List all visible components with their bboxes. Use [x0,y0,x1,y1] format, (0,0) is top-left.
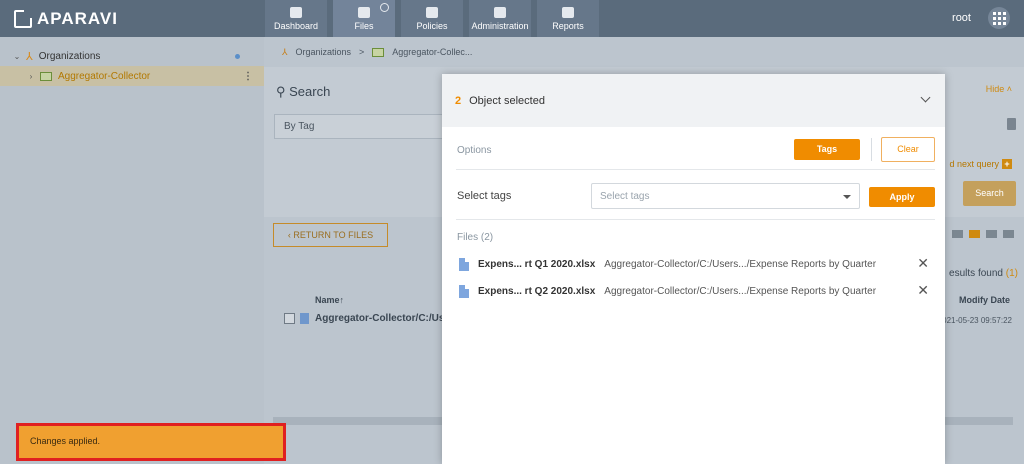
nav-policies[interactable]: Policies [401,0,463,37]
file-path: Aggregator-Collector/C:/Users.../Expense… [604,258,877,270]
changes-applied-toast[interactable]: Changes applied. [16,423,286,461]
select-tags-placeholder: Select tags [600,191,650,202]
nav-reports[interactable]: Reports [537,0,599,37]
trash-icon[interactable] [1007,118,1016,130]
top-bar: APARAVI Dashboard Files Policies Adminis… [0,0,1024,37]
apps-grid-icon[interactable] [988,7,1010,29]
nav-files-label: Files [354,20,374,31]
user-name[interactable]: root [952,12,971,24]
detail-view-icon[interactable] [969,230,980,238]
logo-text: APARAVI [37,9,118,28]
organization-icon: ⅄ [282,46,288,57]
server-icon [40,71,52,81]
nav-files[interactable]: Files [333,0,395,37]
options-label: Options [457,145,492,156]
dropdown-arrow-icon [843,195,851,199]
main-nav: Dashboard Files Policies Administration … [265,0,605,37]
search-button[interactable]: Search [963,181,1016,206]
divider [456,169,935,170]
plus-icon: + [1002,159,1012,169]
return-to-files-button[interactable]: ‹ RETURN TO FILES [273,223,388,247]
file-icon [300,313,309,324]
nav-dashboard[interactable]: Dashboard [265,0,327,37]
file-name: Expens... rt Q1 2020.xlsx [478,258,596,270]
grid-view-icon[interactable] [986,230,997,238]
dialog-header[interactable]: 2 Object selected [442,74,945,127]
file-icon [459,284,469,298]
tree-item-aggregator-collector[interactable]: › Aggregator-Collector ⋮ [0,66,264,86]
breadcrumb-root[interactable]: Organizations [296,47,352,57]
tag-objects-dialog: 2 Object selected Options Tags Clear Sel… [442,74,945,464]
breadcrumb-current[interactable]: Aggregator-Collec... [392,47,472,57]
clipboard-icon [562,6,574,18]
breadcrumb-separator: > [359,47,365,57]
column-header-name[interactable]: Name↑ [315,295,344,305]
remove-file-icon[interactable]: ✕ [917,255,929,272]
list-view-icon[interactable] [952,230,963,238]
file-name: Expens... rt Q2 2020.xlsx [478,285,596,297]
chevron-down-icon[interactable] [920,92,931,103]
by-tag-field[interactable]: By Tag [274,114,449,139]
view-toggle [952,230,1014,238]
search-title: ⚲ Search [276,84,331,99]
tags-button[interactable]: Tags [794,139,860,160]
aparavi-logo[interactable]: APARAVI [14,9,118,29]
nav-administration[interactable]: Administration [469,0,531,37]
tree-item-label: Organizations [38,50,101,62]
selected-text: Object selected [469,94,545,107]
hide-link[interactable]: Hide ˄ [986,84,1012,94]
file-path: Aggregator-Collector/C:/Users.../Expense… [604,285,877,297]
nav-policies-label: Policies [416,20,448,31]
logo-icon [14,10,32,28]
search-icon: ⚲ [276,84,290,99]
chevron-down-icon[interactable]: ⌄ [12,52,22,61]
divider [456,219,935,220]
nav-reports-label: Reports [552,20,584,31]
server-icon [372,47,385,57]
nav-administration-label: Administration [471,20,529,31]
tile-view-icon[interactable] [1003,230,1014,238]
organization-icon: ⅄ [26,50,33,63]
users-icon [494,6,506,18]
nav-dashboard-label: Dashboard [273,20,319,31]
add-next-query[interactable]: d next query + [949,159,1012,169]
dashboard-icon [290,6,302,18]
clear-button[interactable]: Clear [881,137,935,162]
gear-icon [426,6,438,18]
tree-item-label: Aggregator-Collector [58,70,151,82]
list-item: Expens... rt Q2 2020.xlsx Aggregator-Col… [459,282,935,299]
row-modify-date: 021-05-23 09:57:22 [942,316,1012,325]
selected-count: 2 [455,94,462,107]
select-tags-dropdown[interactable]: Select tags [591,183,860,209]
remove-file-icon[interactable]: ✕ [917,282,929,299]
toast-message: Changes applied. [30,436,101,446]
row-checkbox[interactable] [284,313,295,324]
apply-button[interactable]: Apply [869,187,935,207]
folder-icon [358,6,370,18]
chevron-right-icon[interactable]: › [26,72,36,81]
column-header-modify-date[interactable]: Modify Date [959,295,1010,305]
row-name: Aggregator-Collector/C:/Use [315,313,451,324]
divider [871,138,872,161]
breadcrumb: ⅄ Organizations > Aggregator-Collec... [264,37,1024,67]
kebab-menu-icon[interactable]: ⋮ [243,71,253,82]
results-count: esults found (1) [949,268,1018,279]
file-icon [459,257,469,271]
table-row[interactable]: Aggregator-Collector/C:/Use [284,313,450,324]
select-tags-label: Select tags [457,190,512,202]
sidebar: ⌄ ⅄ Organizations › Aggregator-Collector… [0,37,264,464]
list-item: Expens... rt Q1 2020.xlsx Aggregator-Col… [459,255,935,272]
clock-icon [380,3,389,12]
status-dot-icon [235,53,240,59]
tree-item-organizations[interactable]: ⌄ ⅄ Organizations [0,46,264,66]
files-label: Files (2) [457,232,494,243]
